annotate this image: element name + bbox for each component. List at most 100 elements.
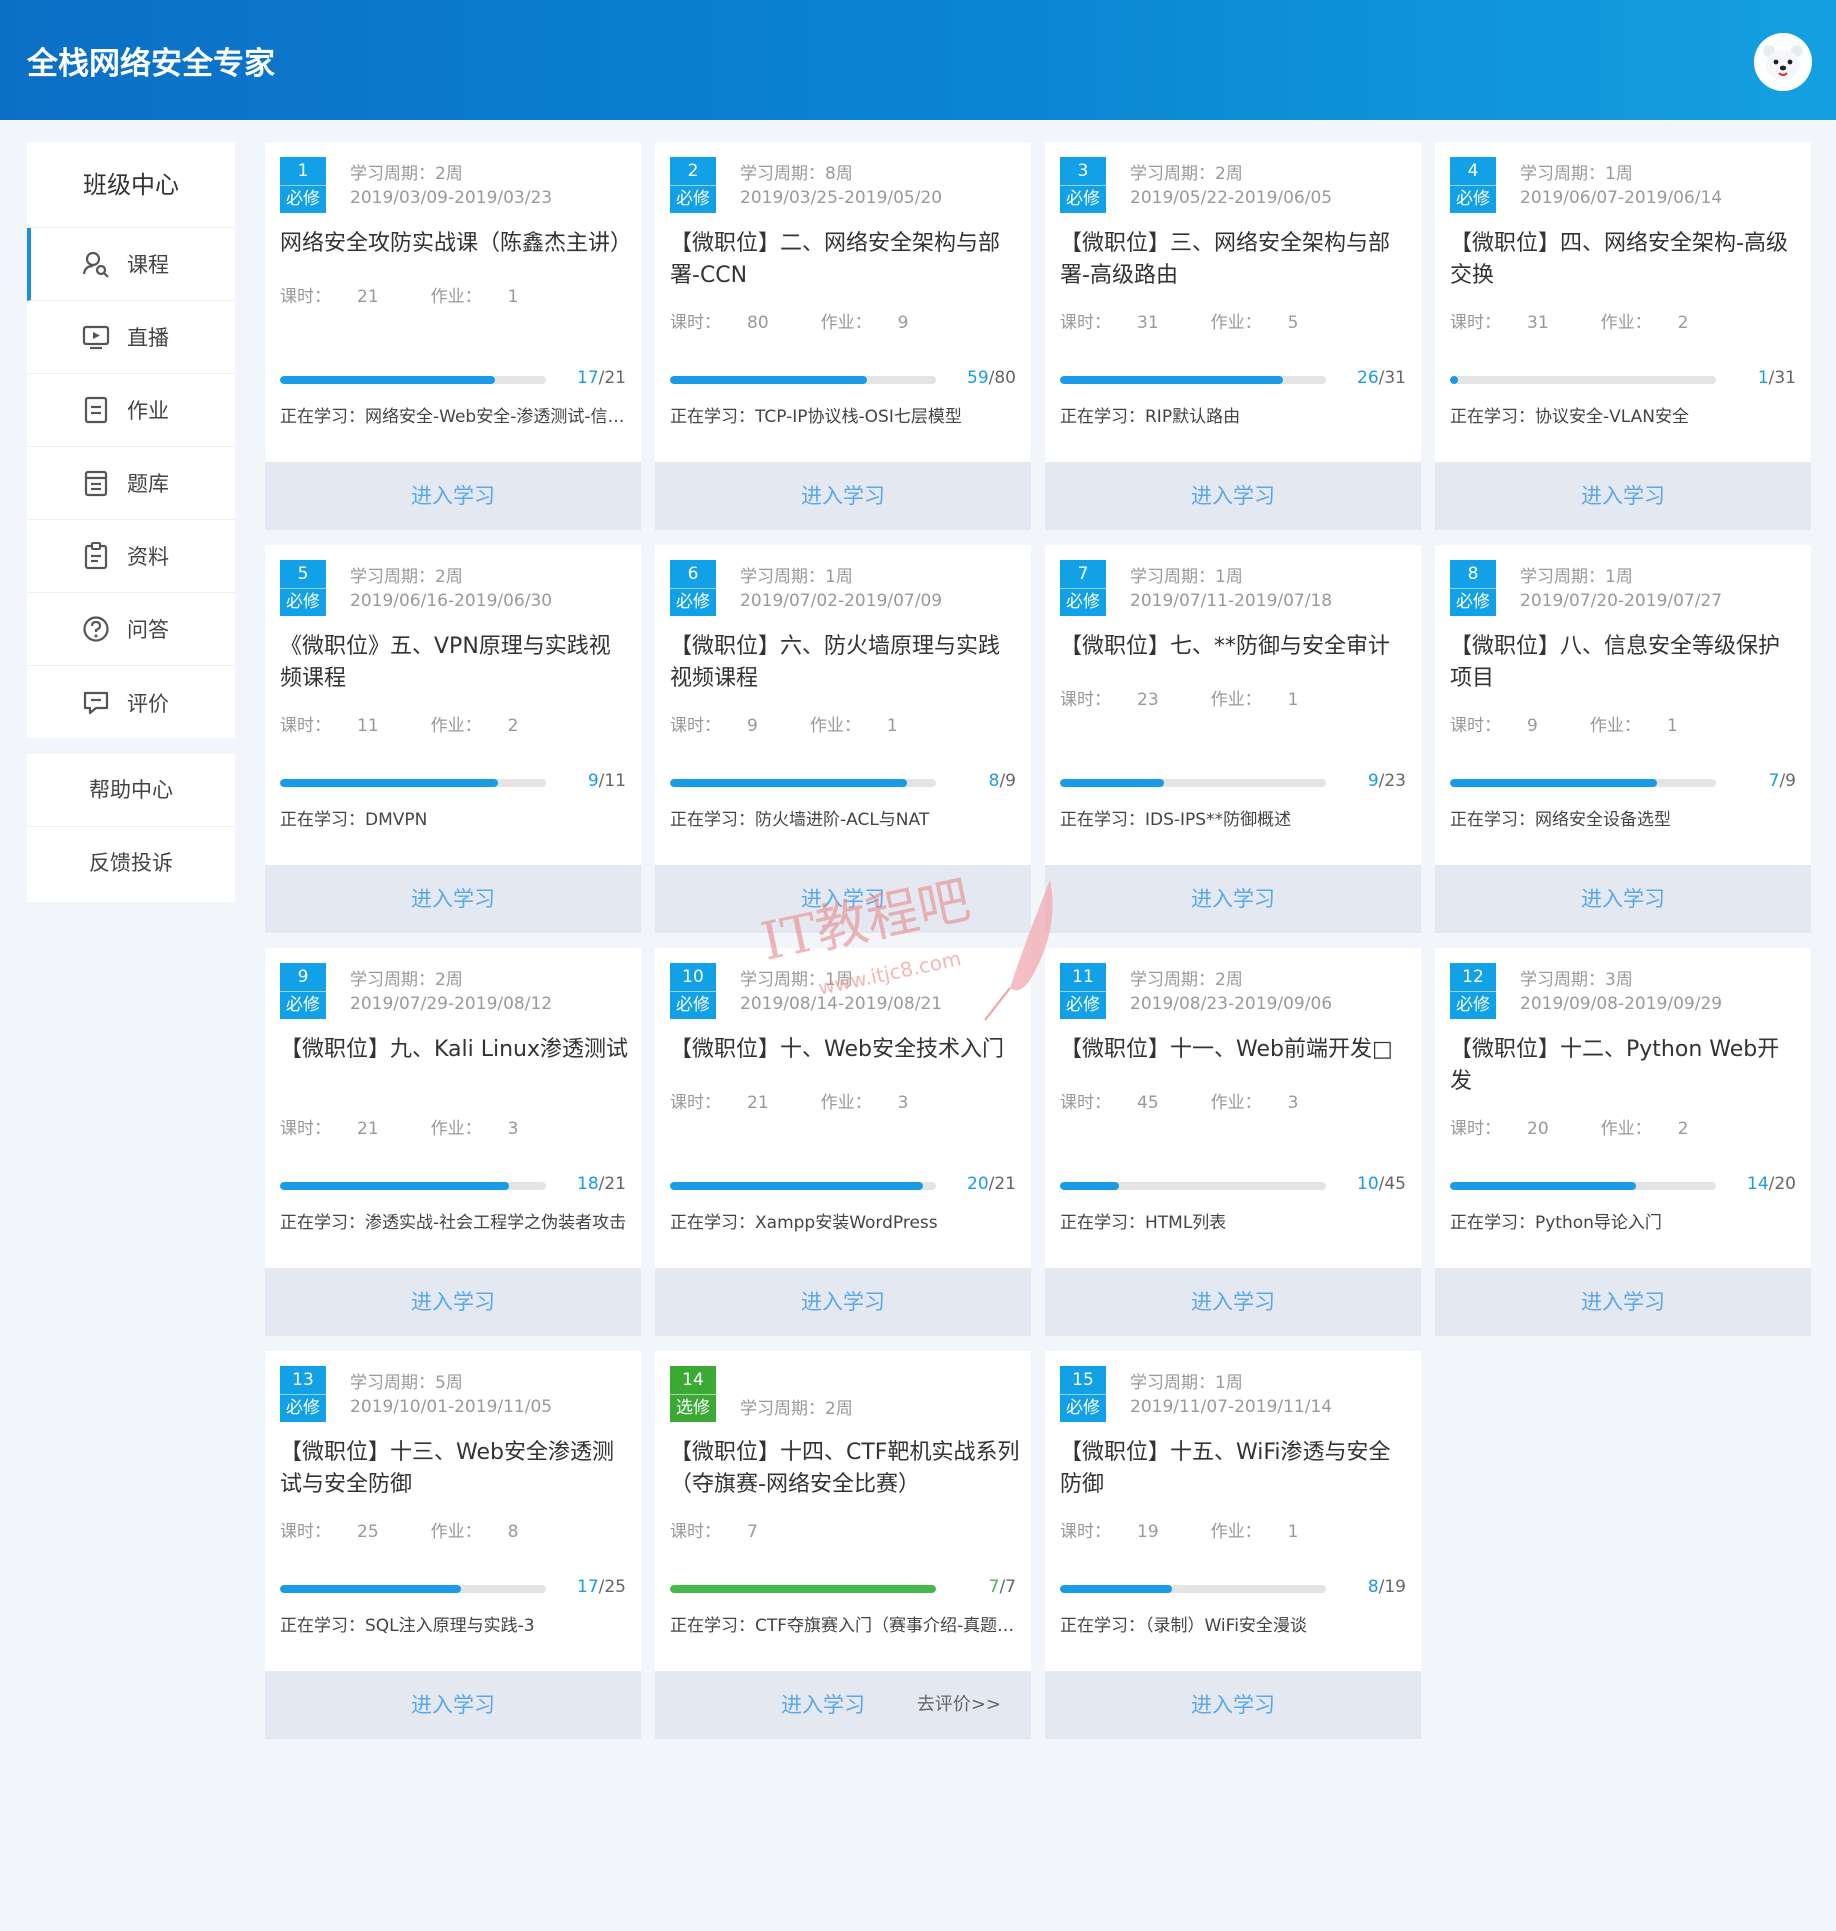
progress-bar [280,779,546,787]
course-title[interactable]: 【微职位】十一、Web前端开发□ [1060,1034,1410,1066]
enter-study-button[interactable]: 进入学习 [265,1268,641,1336]
study-period: 学习周期：2周 [350,970,463,990]
course-title[interactable]: 【微职位】十、Web安全技术入门 [670,1034,1020,1066]
course-card: 6 必修 学习周期：1周 2019/07/02-2019/07/09 【微职位】六、防火… [655,545,1031,933]
document-icon [81,395,111,425]
progress-bar [280,1585,546,1593]
progress-count: 17/21 [577,368,626,388]
enter-study-button[interactable]: 进入学习 [1435,1268,1811,1336]
date-range: 2019/11/07-2019/11/14 [1130,1397,1333,1417]
progress-bar [1060,779,1326,787]
current-lesson: 正在学习：网络安全设备选型 [1450,810,1671,830]
rate-course-link[interactable]: 去评价>> [917,1671,1001,1739]
course-title[interactable]: 《微职位》五、VPN原理与实践视频课程 [280,631,630,695]
course-title[interactable]: 【微职位】八、信息安全等级保护项目 [1450,631,1800,695]
enter-study-button[interactable]: 进入学习 [1045,865,1421,933]
progress-fill [1450,779,1658,787]
enter-study-button[interactable]: 进入学习 [1435,865,1811,933]
course-title[interactable]: 【微职位】七、**防御与安全审计 [1060,631,1410,663]
progress-fill [1060,1182,1119,1190]
sidebar-item-materials[interactable]: 资料 [27,520,235,593]
study-period: 学习周期：5周 [350,1373,463,1393]
card-footer: 进入学习 [655,1268,1031,1336]
course-title[interactable]: 【微职位】十三、Web安全渗透测试与安全防御 [280,1437,630,1501]
study-period: 学习周期：2周 [1130,164,1243,184]
sidebar-item-live[interactable]: 直播 [27,301,235,374]
enter-study-button[interactable]: 进入学习 [1045,1268,1421,1336]
current-lesson: 正在学习：SQL注入原理与实践-3 [280,1616,535,1636]
date-range: 2019/07/20-2019/07/27 [1520,591,1723,611]
course-meta: 课时： 31 作业： 2 [1450,308,1740,333]
course-meta: 课时： 19 作业： 1 [1060,1517,1350,1542]
course-type-tag: 必修 [1060,185,1106,213]
enter-study-button[interactable]: 进入学习 [655,865,1031,933]
hours-label: 课时： 45 [1060,1093,1159,1113]
enter-study-button[interactable]: 进入学习 [265,462,641,530]
progress-bar [1450,779,1716,787]
course-title[interactable]: 【微职位】十二、Python Web开发 [1450,1034,1800,1098]
enter-study-button[interactable]: 进入学习 [1045,1671,1421,1739]
study-period: 学习周期：1周 [1130,1373,1243,1393]
sidebar-item-label: 评价 [127,691,169,716]
course-title[interactable]: 【微职位】十四、CTF靶机实战系列（夺旗赛-网络安全比赛） [670,1437,1020,1501]
date-range: 2019/08/23-2019/09/06 [1130,994,1333,1014]
clipboard-icon [81,541,111,571]
progress-count: 59/80 [967,368,1016,388]
card-footer: 进入学习 [265,865,641,933]
course-badge: 14 选修 [670,1366,716,1422]
sidebar-item-qa[interactable]: 问答 [27,593,235,666]
hours-label: 课时： 80 [670,313,769,333]
progress-bar [280,376,546,384]
course-badge: 1 必修 [280,157,326,213]
date-range: 2019/06/16-2019/06/30 [350,591,553,611]
course-title[interactable]: 【微职位】二、网络安全架构与部署-CCN [670,228,1020,292]
progress-count: 8/9 [988,771,1016,791]
enter-study-button[interactable]: 进入学习 [265,865,641,933]
card-footer: 进入学习 [655,462,1031,530]
current-lesson: 正在学习：CTF夺旗赛入门（赛事介绍-真题解析） [670,1616,1020,1636]
sidebar-item-question-bank[interactable]: 题库 [27,447,235,520]
feedback-link[interactable]: 反馈投诉 [27,827,235,900]
progress-bar [670,1585,936,1593]
progress-count: 7/7 [988,1577,1016,1597]
current-lesson: 正在学习：协议安全-VLAN安全 [1450,407,1689,427]
sidebar: 班级中心 课程 直播 作业 题库 资料 问答 评价 [27,142,235,738]
polar-bear-avatar-icon [1754,33,1812,91]
enter-study-button[interactable]: 进入学习 [1435,462,1811,530]
hours-label: 课时： 7 [670,1522,758,1542]
enter-study-button[interactable]: 进入学习 [655,462,1031,530]
avatar[interactable] [1754,33,1812,91]
course-card: 4 必修 学习周期：1周 2019/06/07-2019/06/14 【微职位】四、网络… [1435,142,1811,530]
course-number: 6 [687,564,699,584]
sidebar-item-homework[interactable]: 作业 [27,374,235,447]
progress-count: 10/45 [1357,1174,1406,1194]
course-title[interactable]: 【微职位】十五、WiFi渗透与安全防御 [1060,1437,1410,1501]
course-title[interactable]: 【微职位】九、Kali Linux渗透测试 [280,1034,630,1066]
current-lesson: 正在学习：RIP默认路由 [1060,407,1241,427]
card-footer: 进入学习 [1435,462,1811,530]
current-lesson: 正在学习：网络安全-Web安全-渗透测试-信息收集1 [280,407,630,427]
enter-study-button[interactable]: 进入学习 [265,1671,641,1739]
sidebar-item-review[interactable]: 评价 [27,666,235,739]
course-title[interactable]: 【微职位】四、网络安全架构-高级交换 [1450,228,1800,292]
user-search-icon [81,249,111,279]
enter-study-button[interactable]: 进入学习 [655,1268,1031,1336]
course-type-tag: 必修 [1060,991,1106,1019]
study-period: 学习周期：1周 [1520,567,1633,587]
course-meta: 课时： 23 作业： 1 [1060,685,1350,710]
course-meta: 课时： 11 作业： 2 [280,711,570,736]
course-title[interactable]: 【微职位】三、网络安全架构与部署-高级路由 [1060,228,1410,292]
date-range: 2019/08/14-2019/08/21 [740,994,943,1014]
study-period: 学习周期：2周 [350,164,463,184]
progress-fill [280,376,496,384]
progress-count: 14/20 [1747,1174,1796,1194]
course-number: 14 [682,1370,704,1390]
progress-fill [280,779,499,787]
help-center-link[interactable]: 帮助中心 [27,754,235,827]
course-title[interactable]: 网络安全攻防实战课（陈鑫杰主讲） [280,228,630,260]
sidebar-item-course[interactable]: 课程 [27,228,235,301]
hours-label: 课时： 23 [1060,690,1159,710]
enter-study-button[interactable]: 进入学习 [1045,462,1421,530]
card-footer: 进入学习 [1045,865,1421,933]
course-title[interactable]: 【微职位】六、防火墙原理与实践视频课程 [670,631,1020,695]
